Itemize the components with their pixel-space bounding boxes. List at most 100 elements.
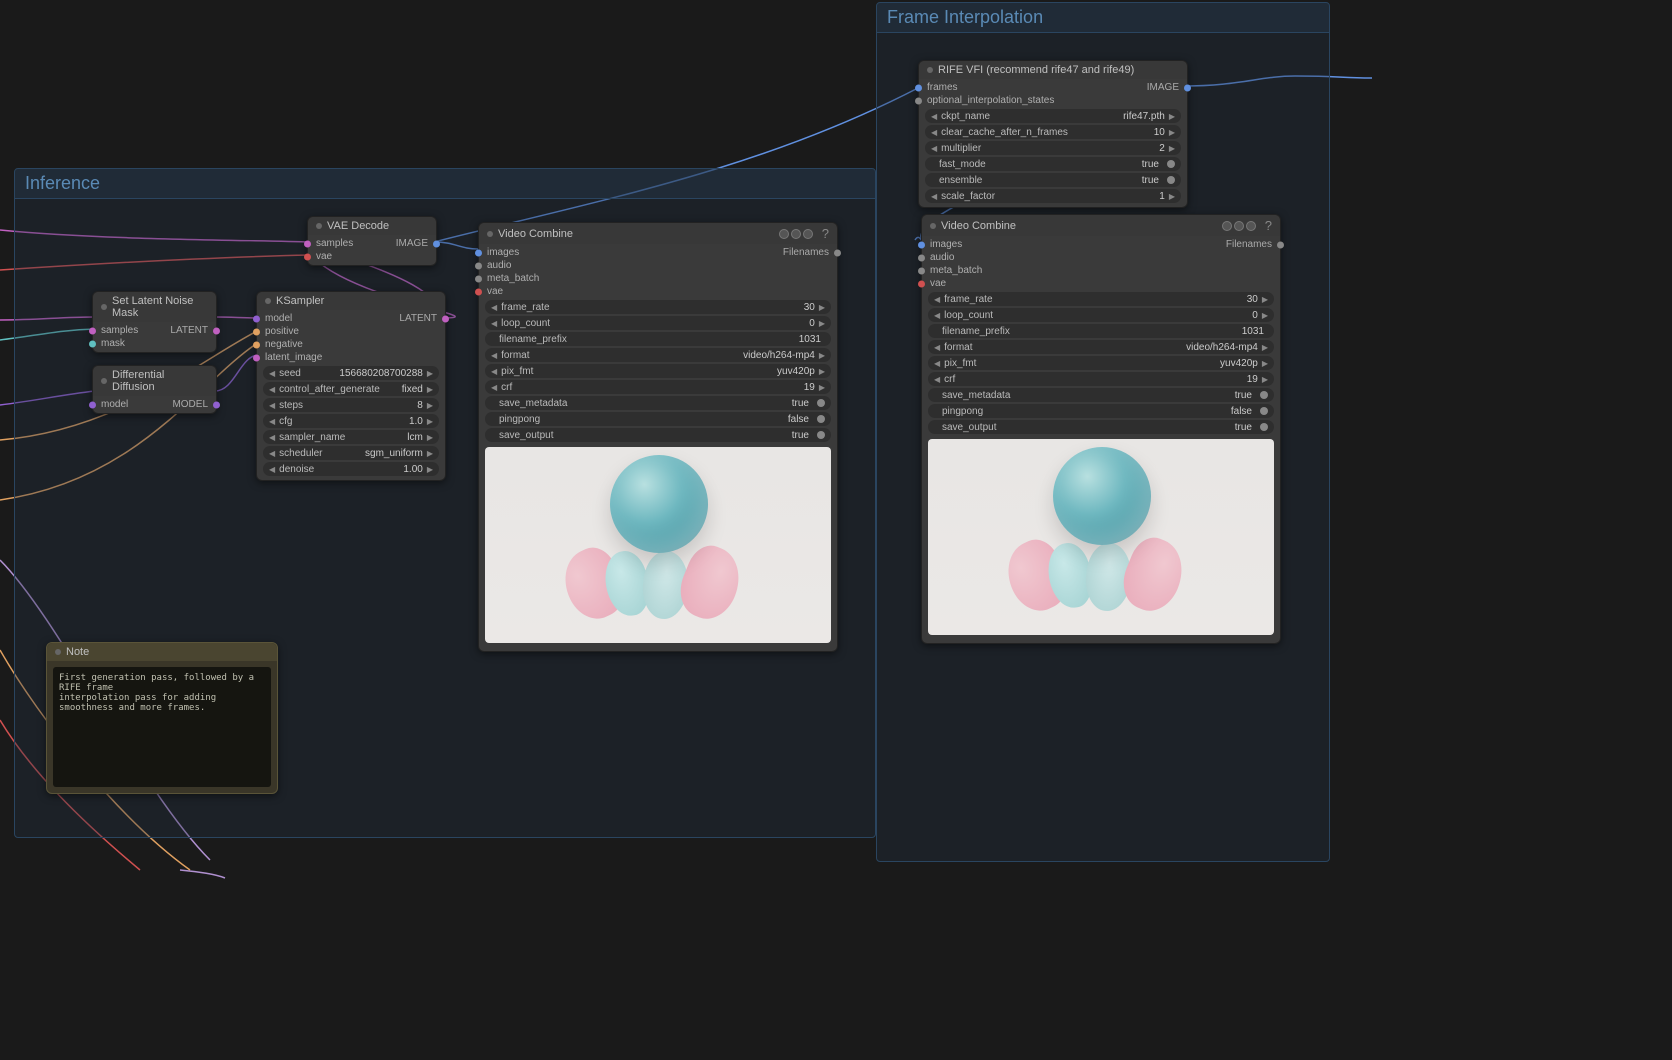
node-vae-decode[interactable]: VAE Decode samples IMAGE vae	[307, 216, 437, 266]
collapse-icon[interactable]	[55, 649, 61, 655]
widget-loop-count[interactable]: ◀loop_count0▶	[485, 316, 831, 330]
input-port[interactable]	[918, 241, 925, 248]
node-header[interactable]: KSampler	[257, 292, 445, 310]
input-port[interactable]	[89, 340, 96, 347]
output-port[interactable]	[442, 315, 449, 322]
output-port[interactable]	[213, 401, 220, 408]
widget-scheduler[interactable]: ◀schedulersgm_uniform▶	[263, 446, 439, 460]
widget-frame-rate[interactable]: ◀frame_rate30▶	[928, 292, 1274, 306]
input-port[interactable]	[475, 249, 482, 256]
input-port[interactable]	[915, 84, 922, 91]
widget-pix-fmt[interactable]: ◀pix_fmtyuv420p▶	[928, 356, 1274, 370]
collapse-icon[interactable]	[101, 378, 107, 384]
widget-ckpt-name[interactable]: ◀ckpt_namerife47.pth▶	[925, 109, 1181, 123]
input-port[interactable]	[304, 253, 311, 260]
widget-crf[interactable]: ◀crf19▶	[485, 380, 831, 394]
input-port[interactable]	[475, 275, 482, 282]
video-preview[interactable]	[485, 447, 831, 643]
node-body: samples LATENT mask	[93, 322, 216, 352]
input-port[interactable]	[475, 288, 482, 295]
widget-pingpong[interactable]: pingpongfalse	[485, 412, 831, 426]
note-text[interactable]: First generation pass, followed by a RIF…	[53, 667, 271, 787]
widget-format[interactable]: ◀formatvideo/h264-mp4▶	[928, 340, 1274, 354]
node-header[interactable]: Set Latent Noise Mask	[93, 292, 216, 322]
node-rife-vfi[interactable]: RIFE VFI (recommend rife47 and rife49) f…	[918, 60, 1188, 208]
input-port[interactable]	[918, 280, 925, 287]
node-video-combine-1[interactable]: Video Combine ? images Filenames audio m…	[478, 222, 838, 652]
input-port[interactable]	[918, 267, 925, 274]
widget-filename-prefix[interactable]: filename_prefix1031	[928, 324, 1274, 338]
group-title: Frame Interpolation	[877, 3, 1329, 33]
collapse-icon[interactable]	[316, 223, 322, 229]
widget-save-metadata[interactable]: save_metadatatrue	[928, 388, 1274, 402]
input-port[interactable]	[89, 327, 96, 334]
widget-steps[interactable]: ◀steps8▶	[263, 398, 439, 412]
input-port[interactable]	[253, 354, 260, 361]
widget-seed[interactable]: ◀seed156680208700288▶	[263, 366, 439, 380]
widget-clear-cache[interactable]: ◀clear_cache_after_n_frames10▶	[925, 125, 1181, 139]
icon-circle[interactable]	[791, 229, 801, 239]
node-note[interactable]: Note First generation pass, followed by …	[46, 642, 278, 794]
node-header[interactable]: RIFE VFI (recommend rife47 and rife49)	[919, 61, 1187, 79]
input-port[interactable]	[915, 97, 922, 104]
input-port[interactable]	[253, 328, 260, 335]
widget-multiplier[interactable]: ◀multiplier2▶	[925, 141, 1181, 155]
input-port[interactable]	[304, 240, 311, 247]
header-icons	[779, 229, 813, 239]
input-port[interactable]	[918, 254, 925, 261]
help-icon[interactable]: ?	[1265, 218, 1272, 233]
input-port[interactable]	[253, 341, 260, 348]
input-port[interactable]	[253, 315, 260, 322]
input-port[interactable]	[89, 401, 96, 408]
node-header[interactable]: VAE Decode	[308, 217, 436, 235]
widget-control-after-generate[interactable]: ◀control_after_generatefixed▶	[263, 382, 439, 396]
widget-pingpong[interactable]: pingpongfalse	[928, 404, 1274, 418]
header-icons	[1222, 221, 1256, 231]
input-port[interactable]	[475, 262, 482, 269]
node-graph-canvas[interactable]: Inference Frame Interpolation Set Latent…	[0, 0, 1672, 1060]
widget-fast-mode[interactable]: fast_modetrue	[925, 157, 1181, 171]
output-port[interactable]	[433, 240, 440, 247]
output-port[interactable]	[1184, 84, 1191, 91]
icon-circle[interactable]	[1246, 221, 1256, 231]
group-title: Inference	[15, 169, 875, 199]
icon-circle[interactable]	[779, 229, 789, 239]
widget-pix-fmt[interactable]: ◀pix_fmtyuv420p▶	[485, 364, 831, 378]
arrow-left-icon[interactable]: ◀	[269, 369, 275, 378]
widget-save-output[interactable]: save_outputtrue	[928, 420, 1274, 434]
widget-ensemble[interactable]: ensembletrue	[925, 173, 1181, 187]
widget-save-output[interactable]: save_outputtrue	[485, 428, 831, 442]
widget-sampler-name[interactable]: ◀sampler_namelcm▶	[263, 430, 439, 444]
output-port[interactable]	[834, 249, 841, 256]
widget-loop-count[interactable]: ◀loop_count0▶	[928, 308, 1274, 322]
widget-denoise[interactable]: ◀denoise1.00▶	[263, 462, 439, 476]
output-port[interactable]	[213, 327, 220, 334]
output-port[interactable]	[1277, 241, 1284, 248]
widget-cfg[interactable]: ◀cfg1.0▶	[263, 414, 439, 428]
widget-format[interactable]: ◀formatvideo/h264-mp4▶	[485, 348, 831, 362]
collapse-icon[interactable]	[927, 67, 933, 73]
node-header[interactable]: Note	[47, 643, 277, 661]
collapse-icon[interactable]	[487, 231, 493, 237]
node-header[interactable]: Video Combine ?	[479, 223, 837, 244]
collapse-icon[interactable]	[265, 298, 271, 304]
node-differential-diffusion[interactable]: Differential Diffusion model MODEL	[92, 365, 217, 414]
icon-circle[interactable]	[1222, 221, 1232, 231]
widget-frame-rate[interactable]: ◀frame_rate30▶	[485, 300, 831, 314]
node-header[interactable]: Video Combine ?	[922, 215, 1280, 236]
arrow-right-icon[interactable]: ▶	[427, 369, 433, 378]
node-ksampler[interactable]: KSampler model LATENT positive negative …	[256, 291, 446, 481]
node-header[interactable]: Differential Diffusion	[93, 366, 216, 396]
collapse-icon[interactable]	[930, 223, 936, 229]
node-video-combine-2[interactable]: Video Combine ? images Filenames audio m…	[921, 214, 1281, 644]
node-latent-noise-mask[interactable]: Set Latent Noise Mask samples LATENT mas…	[92, 291, 217, 353]
widget-crf[interactable]: ◀crf19▶	[928, 372, 1274, 386]
widget-save-metadata[interactable]: save_metadatatrue	[485, 396, 831, 410]
video-preview[interactable]	[928, 439, 1274, 635]
widget-scale-factor[interactable]: ◀scale_factor1▶	[925, 189, 1181, 203]
help-icon[interactable]: ?	[822, 226, 829, 241]
collapse-icon[interactable]	[101, 304, 107, 310]
widget-filename-prefix[interactable]: filename_prefix1031	[485, 332, 831, 346]
icon-circle[interactable]	[803, 229, 813, 239]
icon-circle[interactable]	[1234, 221, 1244, 231]
